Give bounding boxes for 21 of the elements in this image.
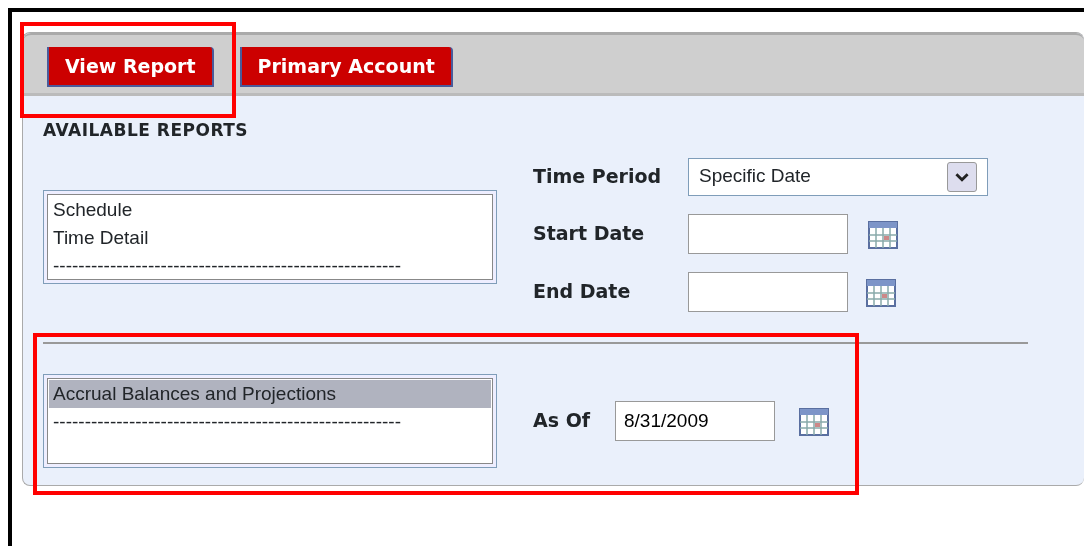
field-label: Time Period — [533, 164, 663, 190]
report-list[interactable]: Schedule Time Detail ------------------------------------------------------- — [43, 189, 497, 284]
tab[interactable]: Primary Account — [239, 47, 453, 87]
report-list[interactable]: Accrual Balances and Projections ------------------------------------------------------- — [43, 373, 497, 468]
date-input[interactable]: 8/31/2009 — [615, 400, 775, 441]
field-label: End Date — [533, 279, 632, 305]
dropdown[interactable]: Specific Date — [688, 157, 988, 196]
date-input[interactable] — [688, 213, 848, 254]
calendar-icon[interactable] — [868, 218, 898, 249]
list-option[interactable]: Time Detail — [49, 223, 491, 252]
section-title: AVAILABLE REPORTS — [43, 119, 250, 142]
calendar-icon[interactable] — [799, 405, 829, 436]
tab[interactable]: View Report — [47, 47, 214, 87]
list-option[interactable]: ------------------------------------------------------- — [49, 251, 491, 280]
calendar-icon[interactable] — [866, 276, 896, 307]
list-option[interactable]: Schedule — [49, 195, 491, 224]
field-label: As Of — [533, 408, 592, 434]
date-input[interactable] — [688, 271, 848, 312]
list-option[interactable]: ------------------------------------------------------- — [49, 407, 491, 436]
list-option[interactable]: Accrual Balances and Projections — [49, 379, 491, 408]
field-label: Start Date — [533, 221, 646, 247]
